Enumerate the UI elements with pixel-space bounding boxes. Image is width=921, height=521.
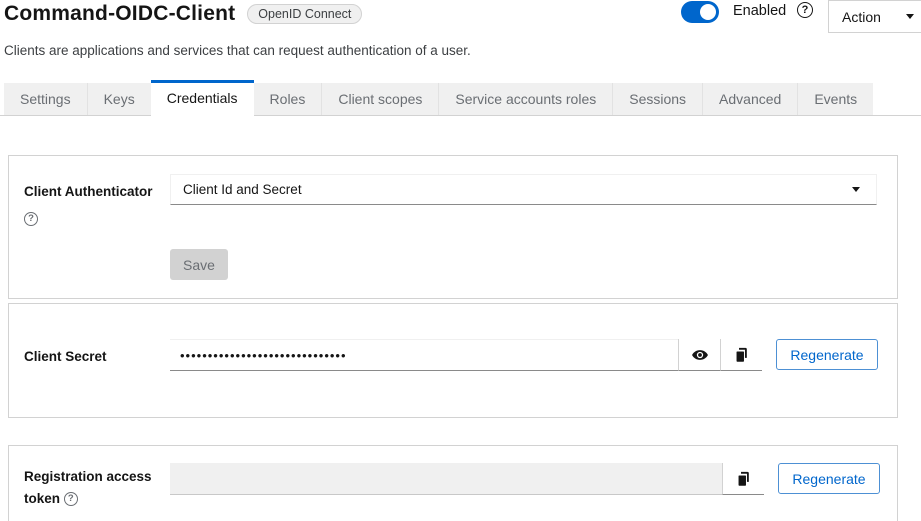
copy-icon [733,346,750,364]
chevron-down-icon [852,187,860,192]
tab-events[interactable]: Events [797,83,873,115]
page-subtitle: Clients are applications and services th… [4,43,921,58]
chevron-down-icon [906,14,914,19]
registration-token-input [170,463,722,495]
action-dropdown-label: Action [842,9,881,25]
client-tabs: Settings Keys Credentials Roles Client s… [0,80,921,116]
client-secret-card: Client Secret Regenerate [8,303,898,418]
client-secret-label: Client Secret [24,339,170,371]
client-authenticator-select[interactable]: Client Id and Secret [170,174,877,205]
tab-client-scopes[interactable]: Client scopes [321,83,438,115]
tab-advanced[interactable]: Advanced [702,83,797,115]
regenerate-secret-button[interactable]: Regenerate [776,339,878,370]
copy-icon [735,470,752,488]
client-authenticator-value: Client Id and Secret [183,182,302,197]
page-title: Command-OIDC-Client [4,2,235,26]
save-button[interactable]: Save [170,249,228,280]
tab-service-accounts-roles[interactable]: Service accounts roles [438,83,612,115]
copy-token-button[interactable] [722,463,764,495]
help-icon[interactable]: ? [64,492,78,506]
protocol-badge: OpenID Connect [247,4,362,25]
client-authenticator-card: Client Authenticator ? Client Id and Sec… [8,155,898,299]
eye-icon [691,346,709,364]
help-icon[interactable]: ? [797,2,813,18]
enabled-toggle[interactable] [681,1,719,23]
tab-roles[interactable]: Roles [254,83,322,115]
help-icon[interactable]: ? [24,212,38,226]
toggle-knob-icon [700,4,716,20]
tab-settings[interactable]: Settings [4,83,87,115]
client-secret-input[interactable] [170,339,678,371]
tab-credentials[interactable]: Credentials [151,80,254,116]
tab-keys[interactable]: Keys [87,83,151,115]
registration-token-label: Registration access token ? [24,463,170,509]
tab-sessions[interactable]: Sessions [612,83,702,115]
client-authenticator-label: Client Authenticator ? [24,174,170,280]
regenerate-token-button[interactable]: Regenerate [778,463,880,494]
enabled-label: Enabled [733,3,786,19]
page-header: Command-OIDC-Client OpenID Connect Enabl… [0,0,921,33]
copy-secret-button[interactable] [720,339,762,371]
show-secret-button[interactable] [678,339,720,371]
registration-token-card: Registration access token ? Regenerate [8,445,898,521]
action-dropdown[interactable]: Action [828,0,921,33]
